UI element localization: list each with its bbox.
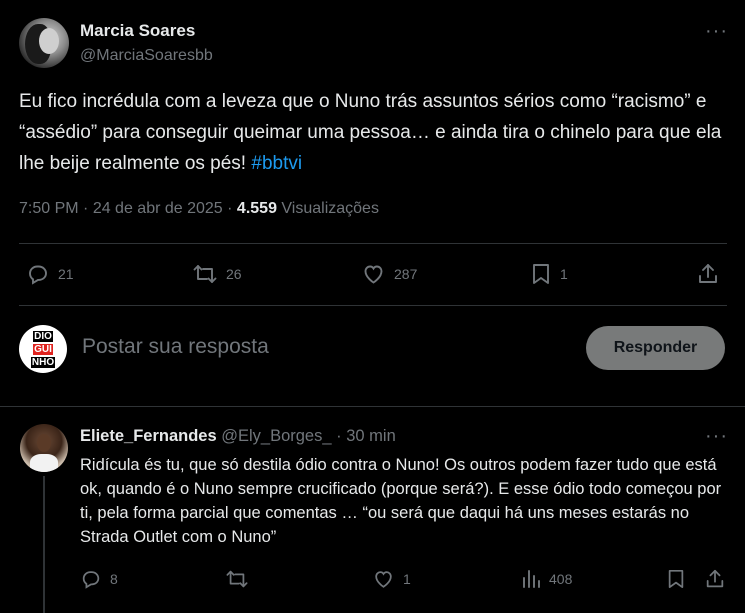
hashtag-link[interactable]: #bbtvi [251,153,302,174]
share-icon [704,568,726,590]
views-count: 4.559 [236,200,277,217]
avatar-letters: GUI [33,343,53,355]
tweet-time[interactable]: 7:50 PM [19,200,79,217]
reply-retweet-button[interactable] [225,568,257,590]
views-icon [521,568,541,590]
reply-submit-button[interactable]: Responder [586,326,725,370]
divider [0,406,745,407]
author-name[interactable]: Marcia Soares [80,21,195,41]
meta-separator: · [331,427,347,445]
tweet-date[interactable]: 24 de abr de 2025 [93,200,223,217]
retweet-icon [225,568,249,590]
bookmark-count: 1 [560,266,568,282]
reply-reply-button[interactable]: 8 [80,568,118,590]
reply-button[interactable]: 21 [26,262,74,286]
reply-icon [26,262,50,286]
retweet-icon [192,262,218,286]
more-icon[interactable]: ··· [705,425,728,448]
tweet-meta: 7:50 PM · 24 de abr de 2025 · 4.559 Visu… [19,200,379,218]
tweet-body: Eu fico incrédula com a leveza que o Nun… [19,91,722,174]
reply-input[interactable]: Postar sua resposta [82,335,269,359]
avatar-letters: NHO [30,356,56,368]
reply-text: Ridícula és tu, que só destila ódio cont… [80,456,722,546]
reply-count: 8 [110,571,118,587]
reply-author-name[interactable]: Eliete_Fernandes [80,427,217,445]
thread-line [43,476,45,613]
more-icon[interactable]: ··· [705,20,728,43]
like-icon [361,262,386,286]
meta-separator: · [222,200,237,217]
bookmark-icon [530,262,552,286]
reply-header: Eliete_Fernandes @Ely_Borges_ · 30 min [80,427,396,446]
share-icon [696,262,720,286]
divider [19,243,727,244]
reply-author-handle[interactable]: @Ely_Borges_ [221,427,331,445]
reply-like-button[interactable]: 1 [372,568,411,590]
reply-views-button[interactable]: 408 [521,568,572,590]
retweet-count: 26 [226,266,242,282]
share-button[interactable] [696,262,720,286]
views-count: 408 [549,571,573,587]
reply-count: 21 [58,266,74,282]
reply-share-button[interactable] [704,568,726,590]
bookmark-icon [666,568,686,590]
reply-icon [80,568,102,590]
like-button[interactable]: 287 [361,262,417,286]
bookmark-button[interactable]: 1 [530,262,568,286]
like-count: 1 [403,571,411,587]
meta-separator: · [78,200,93,217]
like-count: 287 [394,266,418,282]
author-handle[interactable]: @MarciaSoaresbb [80,47,213,65]
retweet-button[interactable]: 26 [192,262,242,286]
reply-author-avatar[interactable] [20,424,68,472]
reply-bookmark-button[interactable] [666,568,686,590]
views-label: Visualizações [276,200,379,217]
reply-time[interactable]: 30 min [346,427,396,445]
author-avatar[interactable] [19,18,69,68]
user-avatar[interactable]: DIO GUI NHO [19,325,67,373]
like-icon [372,568,395,590]
divider [19,305,727,306]
avatar-letters: DIO [33,330,53,342]
tweet-text: Eu fico incrédula com a leveza que o Nun… [19,86,725,179]
